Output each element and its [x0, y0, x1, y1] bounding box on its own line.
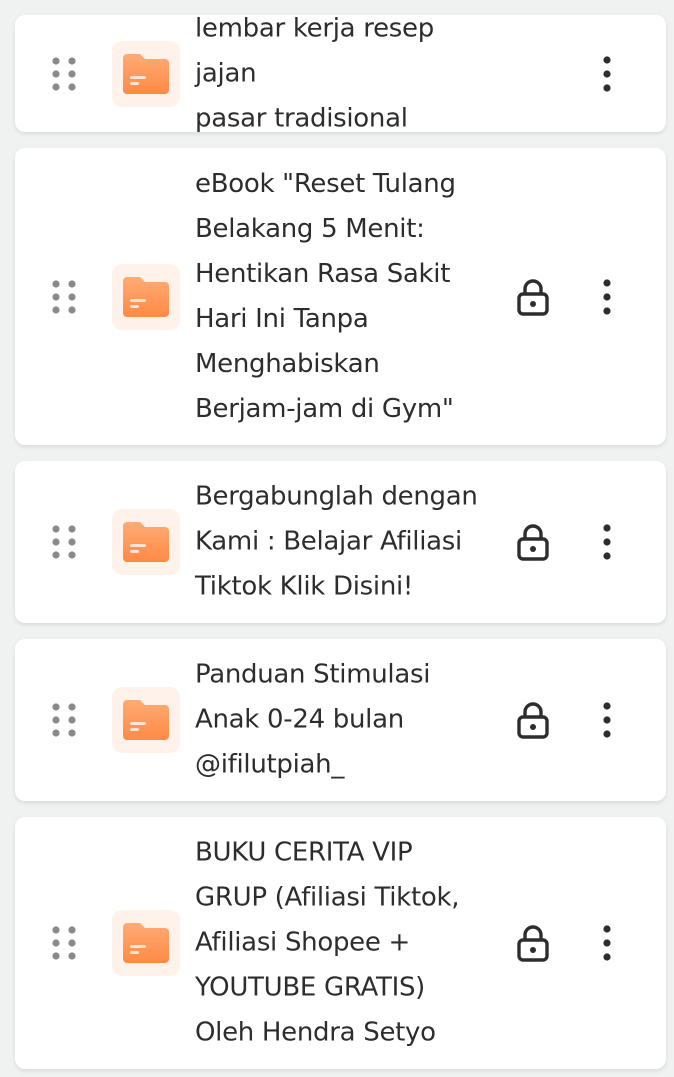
lock-icon: [515, 700, 551, 740]
more-vertical-icon[interactable]: [591, 522, 623, 562]
folder-icon: [112, 509, 180, 575]
item-title[interactable]: Bergabunglah dengan Kami : Belajar Afili…: [195, 475, 495, 610]
item-title[interactable]: eBook "Reset Tulang Belakang 5 Menit: He…: [195, 162, 495, 432]
drag-handle-icon[interactable]: [49, 54, 79, 94]
drag-handle-icon[interactable]: [49, 522, 79, 562]
more-vertical-icon[interactable]: [591, 277, 623, 317]
drag-handle-icon[interactable]: [49, 923, 79, 963]
item-title[interactable]: Panduan Stimulasi Anak 0-24 bulan @ifilu…: [195, 653, 495, 788]
lock-icon: [515, 522, 551, 562]
item-title[interactable]: BUKU CERITA VIP GRUP (Afiliasi Tiktok, A…: [195, 831, 495, 1056]
list-item[interactable]: lembar kerja resep jajan pasar tradision…: [15, 13, 666, 133]
drag-handle-icon[interactable]: [49, 277, 79, 317]
folder-icon: [112, 687, 180, 753]
list-item[interactable]: Bergabunglah dengan Kami : Belajar Afili…: [15, 461, 666, 623]
more-vertical-icon[interactable]: [591, 54, 623, 94]
more-vertical-icon[interactable]: [591, 923, 623, 963]
lock-icon: [515, 923, 551, 963]
item-title[interactable]: lembar kerja resep jajan pasar tradision…: [195, 6, 495, 141]
more-vertical-icon[interactable]: [591, 700, 623, 740]
drag-handle-icon[interactable]: [49, 700, 79, 740]
list-item[interactable]: BUKU CERITA VIP GRUP (Afiliasi Tiktok, A…: [15, 817, 666, 1069]
folder-icon: [112, 263, 180, 330]
folder-icon: [112, 910, 180, 976]
list-item[interactable]: eBook "Reset Tulang Belakang 5 Menit: He…: [15, 148, 666, 445]
file-list: lembar kerja resep jajan pasar tradision…: [0, 0, 674, 1077]
lock-icon: [515, 277, 551, 317]
folder-icon: [112, 40, 180, 107]
list-item[interactable]: Panduan Stimulasi Anak 0-24 bulan @ifilu…: [15, 639, 666, 801]
